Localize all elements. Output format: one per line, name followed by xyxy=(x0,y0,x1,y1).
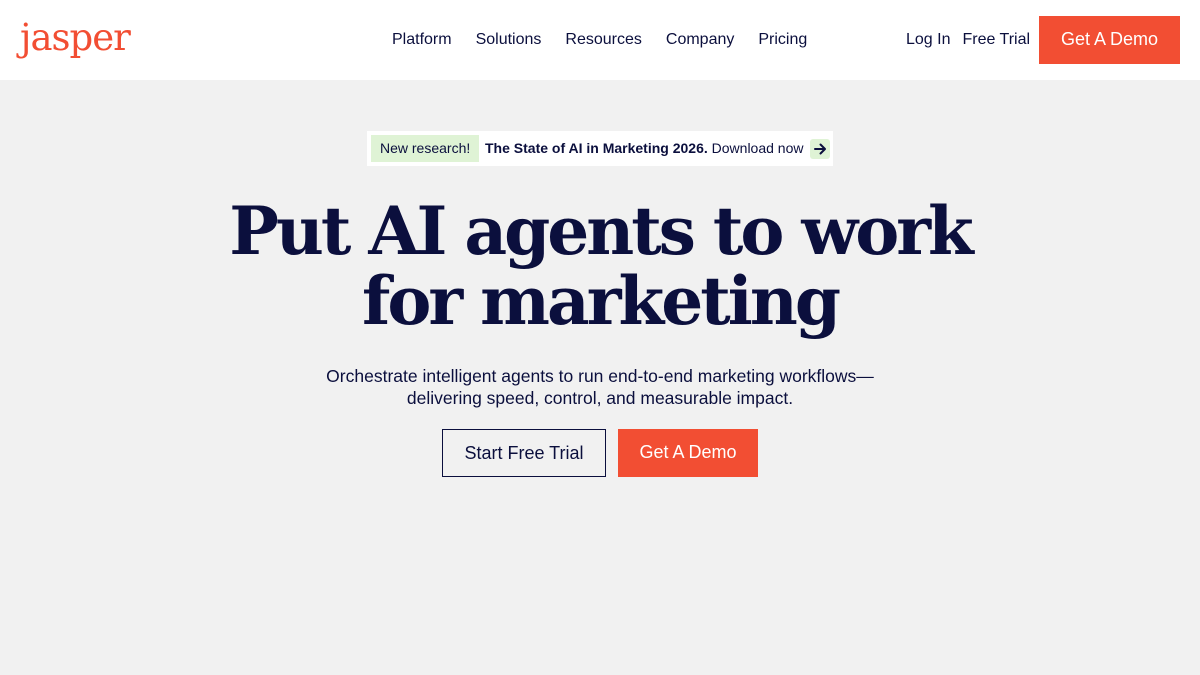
site-header: jasper Platform Solutions Resources Comp… xyxy=(0,0,1200,80)
hero-headline: Put AI agents to work for marketing xyxy=(0,196,1200,336)
subheading-line-2: delivering speed, control, and measurabl… xyxy=(406,388,794,408)
free-trial-link[interactable]: Free Trial xyxy=(962,28,1030,52)
research-banner[interactable]: New research! The State of AI in Marketi… xyxy=(367,131,833,166)
headline-line-1: Put AI agents to work xyxy=(229,192,973,270)
main-nav: Platform Solutions Resources Company Pri… xyxy=(392,28,807,52)
banner-title: The State of AI in Marketing 2026. xyxy=(485,140,708,156)
banner-text: The State of AI in Marketing 2026. Downl… xyxy=(485,135,804,162)
subheading-line-1: Orchestrate intelligent agents to run en… xyxy=(326,366,874,386)
headline-line-2: for marketing xyxy=(362,262,841,340)
arrow-right-icon[interactable] xyxy=(810,139,830,159)
header-actions: Log In Free Trial xyxy=(906,28,1030,52)
nav-item-resources[interactable]: Resources xyxy=(565,28,641,52)
nav-item-company[interactable]: Company xyxy=(666,28,734,52)
hero-subheading: Orchestrate intelligent agents to run en… xyxy=(0,365,1200,409)
nav-item-pricing[interactable]: Pricing xyxy=(758,28,807,52)
hero-get-demo-button[interactable]: Get A Demo xyxy=(618,429,758,477)
new-research-badge: New research! xyxy=(371,135,480,162)
nav-item-platform[interactable]: Platform xyxy=(392,28,452,52)
header-get-demo-button[interactable]: Get A Demo xyxy=(1039,16,1180,64)
login-link[interactable]: Log In xyxy=(906,28,950,52)
start-free-trial-button[interactable]: Start Free Trial xyxy=(442,429,606,477)
jasper-logo[interactable]: jasper xyxy=(20,14,131,62)
download-now-link[interactable]: Download now xyxy=(712,140,804,156)
nav-item-solutions[interactable]: Solutions xyxy=(476,28,542,52)
